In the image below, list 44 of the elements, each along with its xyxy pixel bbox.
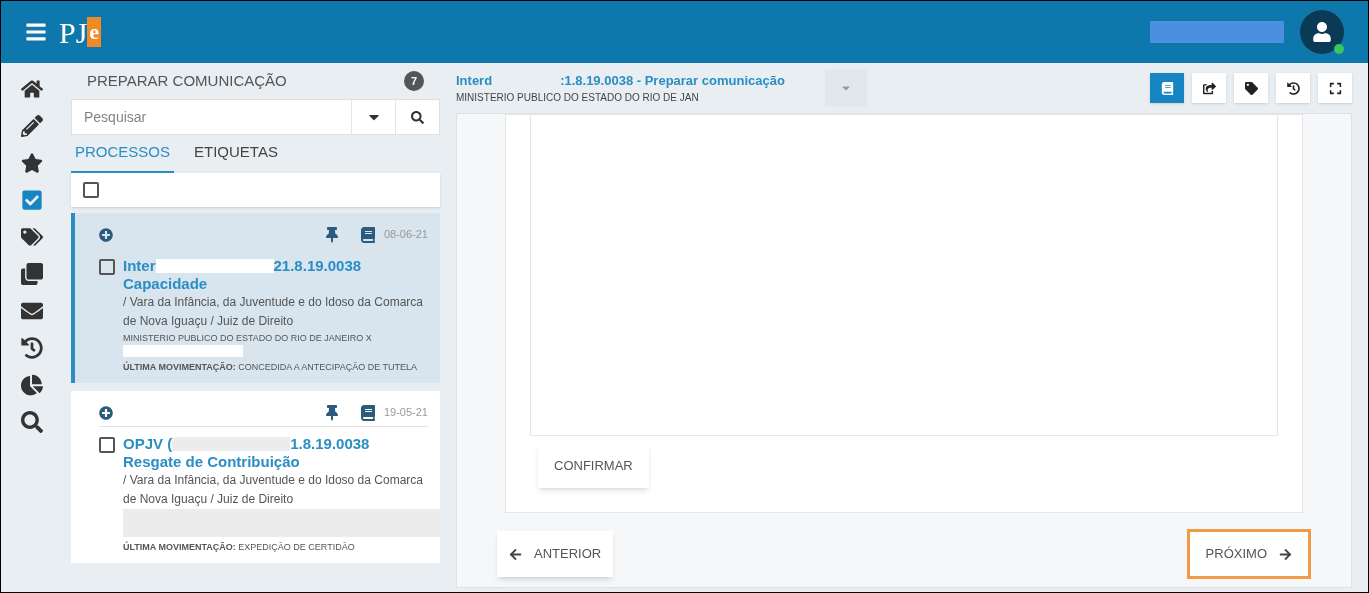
book-icon[interactable] bbox=[359, 404, 376, 421]
process-subject: Capacidade bbox=[123, 275, 209, 293]
process-card[interactable] bbox=[71, 213, 440, 383]
pin-icon[interactable] bbox=[323, 404, 340, 421]
card-date: 08-06-21 bbox=[383, 227, 428, 243]
process-subject: Resgate de Contribuição bbox=[123, 453, 301, 471]
stacked-squares-icon[interactable] bbox=[21, 260, 43, 288]
court-text: / Vara da Infância, da Juventude e do Idoso da Comarca de Nova Iguaçu / Juiz de Direito bbox=[123, 472, 424, 508]
previous-button[interactable]: ANTERIOR bbox=[497, 531, 614, 577]
pencil-icon[interactable] bbox=[21, 112, 43, 140]
tab[interactable]: ETIQUETAS bbox=[190, 140, 282, 173]
process-number[interactable]: OPJV ( bbox=[123, 435, 173, 453]
confirm-button[interactable]: CONFIRMAR bbox=[538, 444, 649, 488]
checkbox[interactable] bbox=[99, 437, 115, 453]
share-icon[interactable] bbox=[1192, 73, 1226, 103]
last-movement-text: ÚLTIMA MOVIMENTAÇÃO: CONCEDIDA A ANTECIPAÇÃO DE TUTELA bbox=[123, 360, 419, 374]
process-subtitle: MINISTERIO PUBLICO DO ESTADO DO RIO DE JAN bbox=[456, 91, 700, 106]
right-arrow-icon bbox=[1279, 547, 1292, 561]
checkbox[interactable] bbox=[99, 259, 115, 275]
panel-title: PREPARAR COMUNICAÇÃO bbox=[87, 70, 287, 91]
checkbox[interactable] bbox=[83, 182, 99, 198]
history-icon[interactable] bbox=[21, 334, 43, 362]
court-text: / Vara da Infância, da Juventude e do Idoso da Comarca de Nova Iguaçu / Juiz de Direito bbox=[123, 294, 424, 330]
left-arrow-icon bbox=[509, 547, 522, 561]
user-avatar[interactable] bbox=[1300, 10, 1344, 54]
pin-icon[interactable] bbox=[323, 226, 340, 243]
process-number[interactable]: 1.8.19.0038 bbox=[290, 435, 370, 453]
process-title: Interd bbox=[456, 71, 493, 90]
book-icon[interactable] bbox=[1150, 73, 1184, 103]
process-title: :1.8.19.0038 - Preparar comunicação bbox=[560, 71, 785, 90]
search-bar[interactable]: Pesquisar bbox=[71, 99, 440, 135]
count-badge: 7 bbox=[404, 71, 424, 91]
expand-icon[interactable] bbox=[1318, 73, 1352, 103]
tag-icon[interactable] bbox=[1234, 73, 1268, 103]
book-icon[interactable] bbox=[359, 226, 376, 243]
logo: PJe bbox=[59, 14, 102, 51]
parties-text: MINISTERIO PUBLICO DO ESTADO DO RIO DE JANEIRO X bbox=[123, 332, 373, 345]
menu-button[interactable] bbox=[25, 21, 47, 43]
history-icon[interactable] bbox=[1276, 73, 1310, 103]
process-card[interactable]: 19-05-21 OPJV ( 1.8.19.0038 Resgate de Contribuição / Vara da Infância, da Juventude e do Idoso da Comarca de Nova Iguaçu / Juiz de Direito ÚLTIMA MOVIMENTAÇÃO: EXPEDIÇÃO DE CERTIDÃO bbox=[71, 391, 440, 563]
card-date: 19-05-21 bbox=[383, 405, 428, 421]
last-movement-text: ÚLTIMA MOVIMENTAÇÃO: EXPEDIÇÃO DE CERTIDÃO bbox=[123, 540, 356, 554]
next-button[interactable]: PRÓXIMO bbox=[1186, 529, 1311, 579]
search-icon[interactable] bbox=[21, 408, 43, 436]
